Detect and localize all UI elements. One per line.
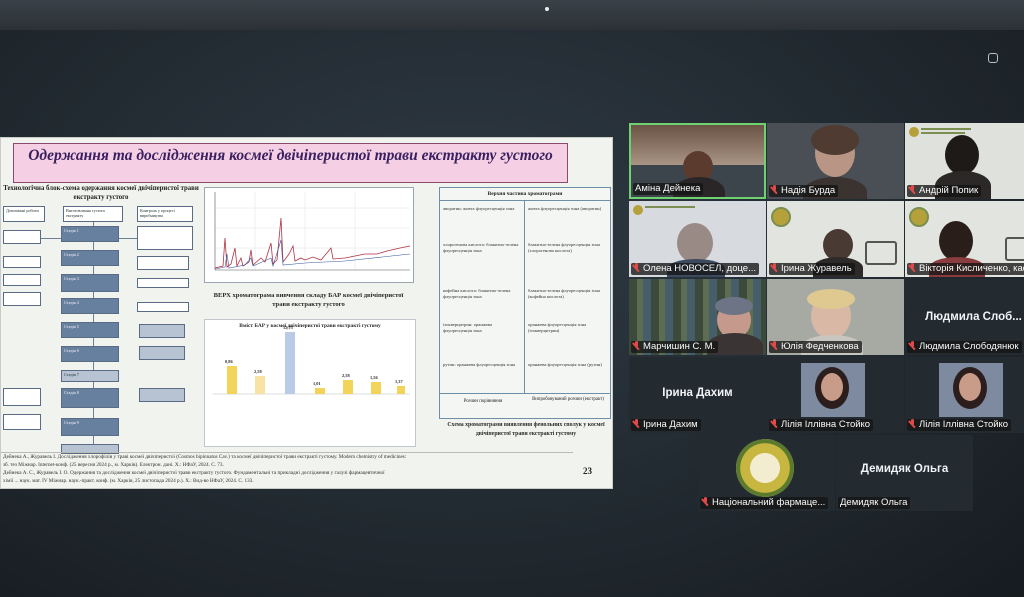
mic-muted-icon (702, 497, 709, 506)
mic-muted-icon (633, 341, 640, 350)
bar-4 (315, 388, 325, 394)
slide-title-box: Одержання та дослідження космеї двічіпер… (13, 143, 568, 183)
participant-tile[interactable]: Андрій Попик (905, 123, 1024, 199)
participant-name: Національний фармаце... (700, 497, 829, 509)
bar-value-1: 0,86 (225, 359, 233, 364)
window-restore-icon[interactable] (988, 53, 998, 63)
bar-chart: Вміст БАР у космеї двічіперистої трави е… (204, 319, 416, 447)
participant-name: Юлія Федченкова (769, 341, 862, 353)
participant-tile[interactable]: Лілія Іллівна Стойко (767, 357, 904, 433)
participant-tile[interactable]: Ірина Дахим Ірина Дахим (629, 357, 766, 433)
bar-7 (397, 386, 405, 394)
mic-muted-icon (909, 263, 916, 272)
participant-big-name: Людмила Слоб... (925, 311, 1022, 323)
university-logo-icon (736, 439, 794, 497)
flow-header-1: Допоміжні роботи (3, 206, 45, 222)
flow-stage-2: Стадія 2 (61, 250, 119, 266)
bar-value-5: 2,58 (342, 373, 350, 378)
bar-5 (343, 380, 353, 394)
flow-header-2: Виготовлення густого екстракту (63, 206, 123, 222)
mic-muted-icon (771, 185, 778, 194)
flow-stage-3: Стадія 3 (61, 274, 119, 292)
flow-stage-7: Стадія 7 (61, 370, 119, 382)
camera-indicator (545, 7, 549, 11)
bar-6 (371, 382, 381, 394)
mic-muted-icon (771, 263, 778, 272)
participant-tile[interactable]: Надія Бурда (767, 123, 904, 199)
bar-3 (285, 332, 295, 394)
bar-1 (227, 366, 237, 394)
bar-value-6: 1,56 (370, 375, 378, 380)
participant-tile[interactable]: Ірина Журавель (767, 201, 904, 277)
flow-stage-4: Стадія 4 (61, 298, 119, 314)
participant-name: Демидяк Ольга (838, 497, 911, 509)
participant-name: Ірина Дахим (631, 419, 701, 431)
flow-stage-9: Стадія 9 (61, 418, 119, 436)
participant-name: Андрій Попик (907, 185, 982, 197)
participant-big-name: Ірина Дахим (662, 387, 733, 399)
participant-name: Лілія Іллівна Стойко (907, 419, 1012, 431)
chromatogram-caption: ВЕРХ хроматограма вивчення складу БАР ко… (213, 292, 404, 308)
participant-tile[interactable]: Людмила Слоб... Людмила Слободянюк (905, 279, 1024, 355)
mic-muted-icon (909, 185, 916, 194)
participant-tile[interactable]: Аміна Дейнека (629, 123, 766, 199)
mic-muted-icon (771, 419, 778, 428)
flow-stage-8: Стадія 8 (61, 388, 119, 408)
table-caption: Схема хроматограми виявлення фенольних с… (447, 422, 605, 437)
flow-stage-5: Стадія 5 (61, 322, 119, 338)
participant-tile[interactable]: Демидяк Ольга Демидяк Ольга (836, 435, 973, 511)
scheme-heading: Технологічна блок-схема одержання космеї… (3, 185, 199, 201)
mic-muted-icon (633, 419, 640, 428)
hplc-chromatogram (204, 187, 414, 283)
bar-value-3: 12,75 (283, 325, 293, 330)
mic-muted-icon (909, 341, 916, 350)
table-header: Верхня частина хроматограми (440, 188, 610, 201)
table-footer: Розчин порівняння Випробовуваний розчин … (440, 393, 610, 418)
bar-value-4: 1,01 (313, 381, 321, 386)
participant-tile[interactable]: Марчишин С. М. (629, 279, 766, 355)
shared-screen-slide: Одержання та дослідження космеї двічіпер… (0, 137, 613, 489)
participant-name: Марчишин С. М. (631, 341, 719, 353)
tlc-table: Верхня частина хроматограми аворатин: жо… (439, 187, 611, 419)
flow-stage-1: Стадія 1 (61, 226, 119, 242)
participant-name: Аміна Дейнека (633, 183, 704, 195)
participant-name: Людмила Слободянюк (907, 341, 1022, 353)
mic-muted-icon (909, 419, 916, 428)
bar-2 (255, 376, 265, 394)
flow-stage-6: Стадія 6 (61, 346, 119, 362)
references: Дейнека А., Журавель І. Дослідження хлор… (1, 452, 573, 488)
top-bar (0, 0, 1024, 30)
participant-tile[interactable]: Вікторія Кисличенко, кафе... (905, 201, 1024, 277)
slide-title: Одержання та дослідження космеї двічіпер… (28, 147, 553, 164)
participant-tile[interactable]: Лілія Іллівна Стойко (905, 357, 1024, 433)
slide-page-number: 23 (583, 466, 592, 476)
participant-tile[interactable]: Національний фармаце... (698, 435, 835, 511)
participant-big-name: Демидяк Ольга (860, 463, 949, 475)
participant-name: Вікторія Кисличенко, кафе... (907, 263, 1024, 275)
flow-header-3: Контроль у процесі виробництва (137, 206, 193, 222)
participant-name: Ірина Журавель (769, 263, 855, 275)
mic-muted-icon (771, 341, 778, 350)
bar-value-2: 2,58 (254, 369, 262, 374)
participant-name: Лілія Іллівна Стойко (769, 419, 874, 431)
participant-tile[interactable]: Олена НОВОСЕЛ, доце... (629, 201, 766, 277)
mic-muted-icon (633, 263, 640, 272)
participant-tile[interactable]: Юлія Федченкова (767, 279, 904, 355)
bar-value-7: 1,37 (395, 379, 403, 384)
participant-name: Надія Бурда (769, 185, 839, 197)
participant-name: Олена НОВОСЕЛ, доце... (631, 263, 760, 275)
